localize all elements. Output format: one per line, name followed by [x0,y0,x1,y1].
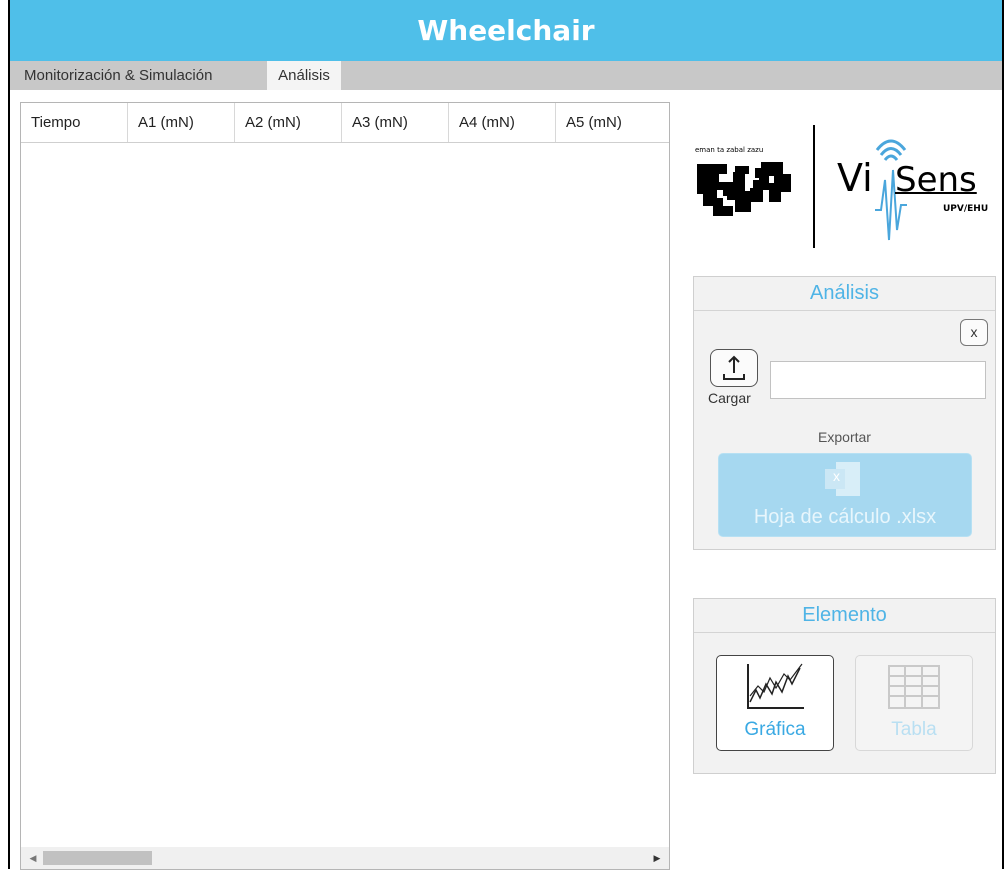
analisis-panel-title: Análisis [694,277,995,311]
column-header-a2[interactable]: A2 (mN) [235,103,342,142]
visens-upv-text: UPV/EHU [943,204,989,214]
upv-ehu-logo [697,162,791,216]
horizontal-scrollbar[interactable]: ◀ ▶ [21,847,669,869]
table-header: Tiempo A1 (mN) A2 (mN) A3 (mN) A4 (mN) A… [21,103,669,143]
elemento-panel-title: Elemento [694,599,995,633]
visens-sens-text: Sens [895,160,977,200]
close-button[interactable]: x [960,319,988,346]
tabla-button[interactable]: Tabla [855,655,973,751]
column-header-a5[interactable]: A5 (mN) [556,103,669,142]
export-xlsx-button[interactable]: x Hoja de cálculo .xlsx [718,453,972,537]
column-header-a1[interactable]: A1 (mN) [128,103,235,142]
tab-analisis[interactable]: Análisis [267,61,341,90]
scroll-right-icon[interactable]: ▶ [649,847,665,869]
table-icon [888,665,940,709]
column-header-tiempo[interactable]: Tiempo [21,103,128,142]
spreadsheet-icon [825,462,860,496]
xlsx-button-label: Hoja de cálculo .xlsx [753,506,937,528]
analisis-panel: Análisis x Cargar Exportar x Hoja de cál… [693,276,996,550]
upv-motto: eman ta zabal zazu [695,146,764,154]
scrollbar-thumb[interactable] [43,851,152,865]
grafica-label: Gráfica [744,719,806,740]
data-table[interactable]: Tiempo A1 (mN) A2 (mN) A3 (mN) A4 (mN) A… [20,102,670,870]
upload-button[interactable] [710,349,758,387]
app-title: Wheelchair [417,14,595,47]
spreadsheet-icon-letter: x [833,468,840,484]
visens-logo: Vi Sens UPV/EHU [825,120,995,250]
tabla-label: Tabla [891,719,937,740]
app-title-bar: Wheelchair [10,0,1002,61]
exportar-label: Exportar [818,429,871,445]
file-path-field[interactable] [770,361,986,399]
cargar-label: Cargar [708,390,751,406]
tab-bar: Monitorización & Simulación Análisis [10,61,1002,90]
tab-monitorizacion[interactable]: Monitorización & Simulación [12,61,224,90]
line-chart-icon [747,663,804,709]
logos-area: eman ta zabal zazu Vi Sens UPV/EHU [695,120,995,252]
elemento-panel: Elemento Gráfica Tabla [693,598,996,774]
visens-vi-text: Vi [837,156,873,200]
logo-divider [813,125,815,248]
column-header-a4[interactable]: A4 (mN) [449,103,556,142]
upload-icon [723,355,745,380]
column-header-a3[interactable]: A3 (mN) [342,103,449,142]
scroll-left-icon[interactable]: ◀ [25,847,41,869]
grafica-button[interactable]: Gráfica [716,655,834,751]
